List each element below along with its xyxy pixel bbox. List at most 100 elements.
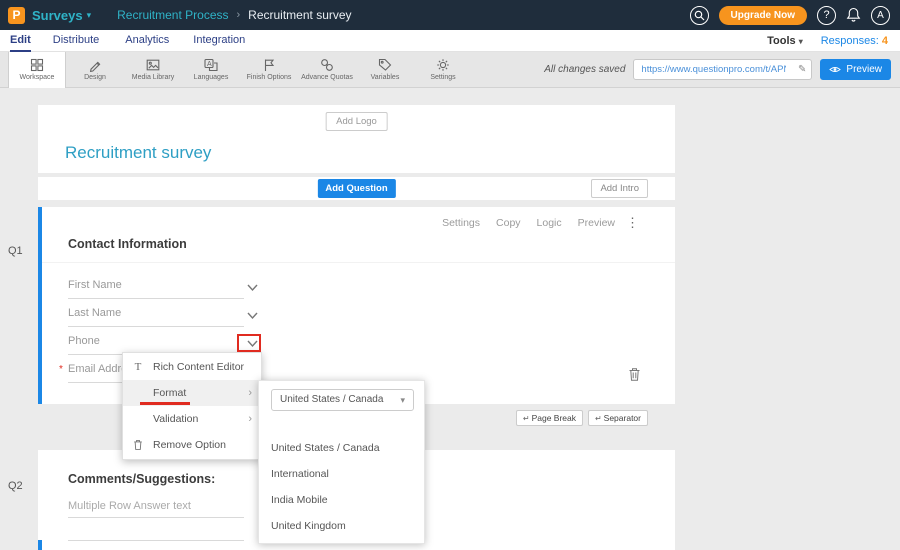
question-actions: Settings Copy Logic Preview: [442, 217, 615, 229]
breadcrumb-parent[interactable]: Recruitment Process: [117, 8, 228, 22]
toolbar-label: Languages: [194, 74, 229, 81]
page-break-button[interactable]: ↵Page Break: [516, 410, 583, 426]
separator-button[interactable]: ↵Separator: [588, 410, 648, 426]
answer-line: [68, 540, 244, 541]
toolbar-item-advance-quotas[interactable]: Advance Quotas: [298, 52, 356, 88]
add-question-row: Add Question Add Intro: [38, 177, 675, 200]
question-copy-button[interactable]: Copy: [496, 217, 521, 229]
question-logic-button[interactable]: Logic: [537, 217, 562, 229]
answer-line: [68, 517, 244, 518]
surveys-menu[interactable]: Surveys: [32, 8, 83, 23]
select-caret-icon: ▾: [400, 390, 405, 410]
menu-item-label: Validation: [153, 413, 198, 425]
format-options-list: United States / Canada International Ind…: [259, 435, 424, 539]
question-title-q2[interactable]: Comments/Suggestions:: [68, 472, 215, 486]
tab-edit[interactable]: Edit: [10, 30, 31, 52]
trash-icon: [123, 439, 153, 451]
add-question-button[interactable]: Add Question: [317, 179, 395, 198]
section-tabs: Edit Distribute Analytics Integration To…: [0, 30, 900, 52]
languages-translate-icon: A: [204, 58, 218, 72]
chevron-down-icon[interactable]: [246, 311, 259, 320]
quotas-chain-icon: [320, 58, 334, 72]
toolbar-item-variables[interactable]: Variables: [356, 52, 414, 88]
tabs-right-actions: Tools ▾ Responses: 4: [767, 35, 888, 47]
toolbar-label: Workspace: [20, 74, 55, 81]
toolbar-label: Advance Quotas: [301, 74, 353, 81]
toolbar-item-finish-options[interactable]: Finish Options: [240, 52, 298, 88]
search-icon[interactable]: [690, 6, 709, 25]
chevron-down-icon[interactable]: [246, 283, 259, 292]
topbar-actions: Upgrade Now ? A: [690, 6, 890, 25]
rich-text-icon: T: [123, 361, 153, 373]
format-option-us-canada[interactable]: United States / Canada: [259, 435, 424, 461]
builder-toolbar: Workspace Design Media Library A Languag…: [0, 52, 900, 88]
question-settings-button[interactable]: Settings: [442, 217, 480, 229]
survey-builder-app: P Surveys ▾ Recruitment Process › Recrui…: [0, 0, 900, 550]
survey-url-box: ✎: [633, 59, 812, 80]
toolbar-label: Media Library: [132, 74, 174, 81]
question-preview-button[interactable]: Preview: [578, 217, 615, 229]
preview-label: Preview: [846, 64, 882, 75]
question-badge-q2: Q2: [8, 480, 23, 492]
tab-integration[interactable]: Integration: [193, 30, 245, 52]
toolbar-label: Finish Options: [247, 74, 292, 81]
toolbar-item-workspace[interactable]: Workspace: [8, 52, 66, 88]
format-option-international[interactable]: International: [259, 461, 424, 487]
survey-header-card: Add Logo Recruitment survey: [38, 105, 675, 173]
notifications-bell-icon[interactable]: [846, 7, 861, 23]
survey-url-input[interactable]: [634, 64, 786, 75]
toolbar-item-design[interactable]: Design: [66, 52, 124, 88]
field-row-last-name[interactable]: Last Name: [68, 307, 244, 327]
toolbar-item-settings[interactable]: Settings: [414, 52, 472, 88]
tools-caret-icon: ▾: [799, 37, 803, 46]
tools-menu[interactable]: Tools ▾: [767, 35, 803, 47]
menu-item-label: Remove Option: [153, 439, 226, 451]
next-question-indicator: [38, 540, 42, 550]
toolbar-right: All changes saved ✎ Preview: [544, 59, 891, 80]
add-intro-button[interactable]: Add Intro: [591, 179, 648, 198]
submenu-chevron-icon: ›: [248, 413, 252, 425]
delete-question-trash-icon[interactable]: [628, 367, 641, 382]
preview-button[interactable]: Preview: [820, 59, 891, 80]
annotation-underline: [140, 402, 190, 405]
submenu-chevron-icon: ›: [248, 387, 252, 399]
format-option-united-kingdom[interactable]: United Kingdom: [259, 513, 424, 539]
question-divider: [42, 262, 675, 263]
user-avatar[interactable]: A: [871, 6, 890, 25]
format-select[interactable]: United States / Canada ▾: [271, 389, 414, 411]
format-submenu-panel: United States / Canada ▾ United States /…: [258, 380, 425, 544]
toolbar-label: Variables: [371, 74, 400, 81]
menu-item-validation[interactable]: Validation ›: [123, 406, 261, 432]
responses-count: 4: [882, 35, 888, 47]
add-logo-button[interactable]: Add Logo: [325, 112, 388, 131]
toolbar-item-media-library[interactable]: Media Library: [124, 52, 182, 88]
design-pencil-icon: [88, 58, 102, 72]
question-more-menu-icon[interactable]: ⋮: [626, 215, 639, 231]
survey-title[interactable]: Recruitment survey: [65, 143, 211, 163]
toolbar-label: Settings: [430, 74, 455, 81]
surveys-caret-icon[interactable]: ▾: [87, 10, 92, 21]
questionpro-logo-icon[interactable]: P: [8, 7, 25, 24]
format-option-india-mobile[interactable]: India Mobile: [259, 487, 424, 513]
question-title-q1[interactable]: Contact Information: [68, 237, 187, 251]
format-selected-value: United States / Canada: [280, 394, 383, 405]
return-icon: ↵: [595, 414, 602, 423]
survey-canvas: Add Logo Recruitment survey Add Question…: [0, 88, 900, 550]
svg-text:A: A: [207, 61, 212, 68]
save-status-text: All changes saved: [544, 64, 625, 75]
multi-row-answer-placeholder[interactable]: Multiple Row Answer text: [68, 500, 191, 512]
selected-question-indicator: [38, 207, 42, 404]
upgrade-now-button[interactable]: Upgrade Now: [719, 6, 807, 25]
finish-flag-icon: [262, 58, 276, 72]
menu-item-rich-content-editor[interactable]: T Rich Content Editor: [123, 354, 261, 380]
toolbar-item-languages[interactable]: A Languages: [182, 52, 240, 88]
top-navigation-bar: P Surveys ▾ Recruitment Process › Recrui…: [0, 0, 900, 30]
field-row-first-name[interactable]: First Name: [68, 279, 244, 299]
workspace-grid-icon: [30, 58, 44, 72]
responses-link[interactable]: Responses: 4: [821, 35, 888, 47]
help-icon[interactable]: ?: [817, 6, 836, 25]
menu-item-remove-option[interactable]: Remove Option: [123, 432, 261, 458]
tab-distribute[interactable]: Distribute: [53, 30, 99, 52]
edit-url-pencil-icon[interactable]: ✎: [798, 64, 806, 75]
tab-analytics[interactable]: Analytics: [125, 30, 169, 52]
